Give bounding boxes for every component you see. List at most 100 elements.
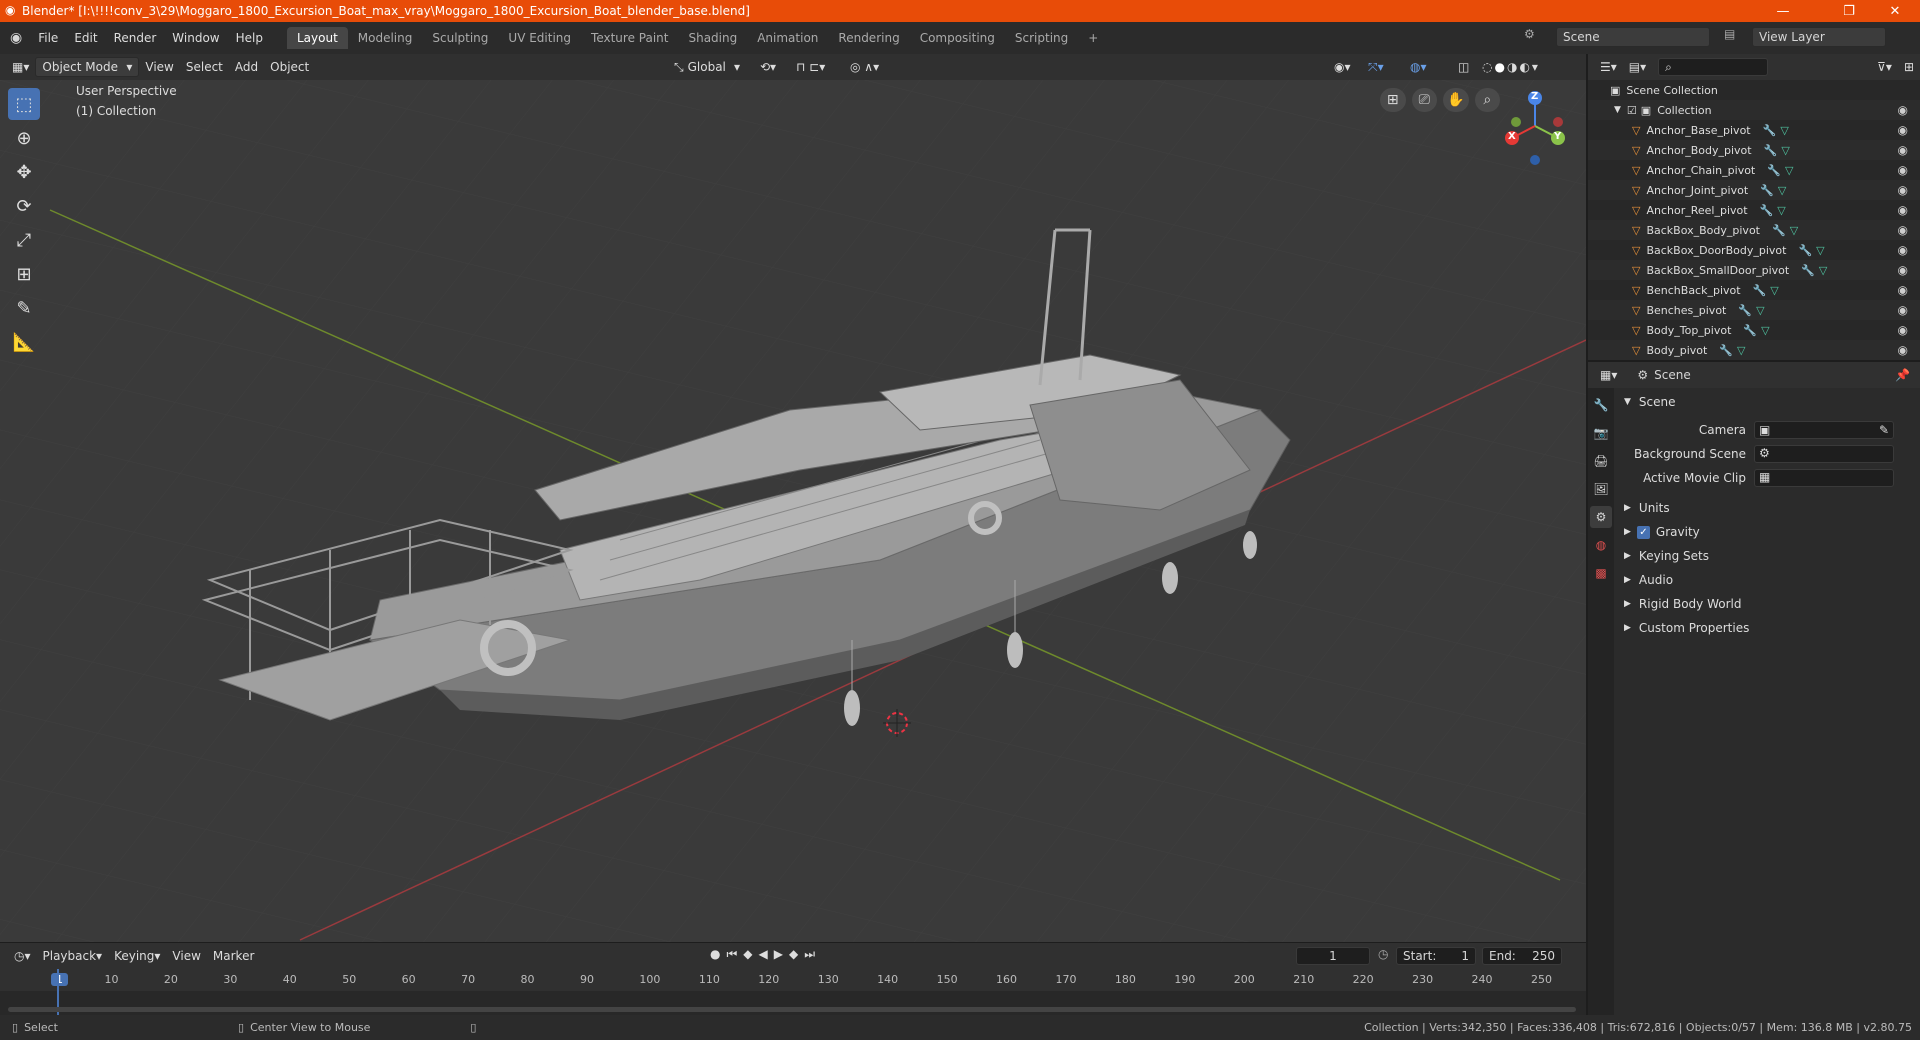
outliner-item[interactable]: ▽ Anchor_Chain_pivot 🔧 ▽ ◉ [1588, 160, 1920, 180]
mesh-data-icon[interactable]: ▽ [1777, 204, 1785, 217]
menu-render[interactable]: Render [106, 31, 165, 45]
modifier-wrench-icon[interactable]: 🔧 [1767, 164, 1781, 177]
pan-hand-icon[interactable]: ✋ [1443, 88, 1469, 112]
menu-file[interactable]: File [30, 31, 66, 45]
texture-tab-icon[interactable]: ▩ [1590, 562, 1612, 584]
rigid-body-world-section[interactable]: ▶ Rigid Body World [1614, 592, 1920, 616]
world-tab-icon[interactable]: ◍ [1590, 534, 1612, 556]
scale-tool-icon[interactable]: ⤢ [8, 224, 40, 256]
menu-add[interactable]: Add [229, 57, 264, 77]
mesh-data-icon[interactable]: ▽ [1761, 324, 1769, 337]
zoom-icon[interactable]: ⌕ [1474, 88, 1500, 112]
tab-scripting[interactable]: Scripting [1005, 27, 1078, 49]
navigation-gizmo[interactable]: Z Y X [1490, 86, 1580, 166]
mesh-data-icon[interactable]: ▽ [1778, 184, 1786, 197]
units-section[interactable]: ▶ Units [1614, 496, 1920, 520]
scene-tab-icon[interactable]: ⚙ [1590, 506, 1612, 528]
outliner-item[interactable]: ▽ BackBox_SmallDoor_pivot 🔧 ▽ ◉ [1588, 260, 1920, 280]
mode-dropdown[interactable]: Object Mode ▾ [35, 57, 140, 77]
modifier-wrench-icon[interactable]: 🔧 [1760, 184, 1774, 197]
transform-tool-icon[interactable]: ⊞ [8, 258, 40, 290]
eye-icon[interactable]: ◉ [1898, 283, 1908, 297]
expand-arrow-icon[interactable]: ▼ [1614, 105, 1621, 115]
menu-playback[interactable]: Playback ▾ [37, 946, 109, 966]
modifier-wrench-icon[interactable]: 🔧 [1801, 264, 1815, 277]
proportional-editing-icon[interactable]: ◎ ∧▾ [844, 57, 885, 77]
annotate-tool-icon[interactable]: ✎ [8, 292, 40, 324]
menu-object[interactable]: Object [264, 57, 315, 77]
tab-rendering[interactable]: Rendering [828, 27, 909, 49]
menu-timeline-view[interactable]: View [166, 946, 206, 966]
modifier-wrench-icon[interactable]: 🔧 [1760, 204, 1774, 217]
visibility-icon[interactable]: ◉▾ [1328, 57, 1357, 77]
mesh-data-icon[interactable]: ▽ [1819, 264, 1827, 277]
menu-help[interactable]: Help [228, 31, 271, 45]
menu-marker[interactable]: Marker [207, 946, 260, 966]
mesh-data-icon[interactable]: ▽ [1785, 164, 1793, 177]
checkbox-icon[interactable]: ☑ [1627, 104, 1637, 117]
outliner-search-input[interactable]: ⌕ [1658, 58, 1769, 76]
3d-viewport[interactable]: User Perspective (1) Collection Z Y X [0, 80, 1586, 942]
start-frame-field[interactable]: Start: 1 [1396, 947, 1476, 965]
rotate-tool-icon[interactable]: ⟳ [8, 190, 40, 222]
eye-icon[interactable]: ◉ [1898, 323, 1908, 337]
view-layer-tab-icon[interactable]: 🖼 [1590, 478, 1612, 500]
menu-window[interactable]: Window [164, 31, 227, 45]
tab-layout[interactable]: Layout [286, 27, 348, 49]
measure-tool-icon[interactable]: 📐 [8, 326, 40, 358]
render-tab-icon[interactable]: 📷 [1590, 422, 1612, 444]
current-frame-field[interactable]: 1 [1296, 947, 1370, 965]
play-reverse-button[interactable]: ◀ [759, 947, 768, 962]
outliner-item[interactable]: ▽ BackBox_DoorBody_pivot 🔧 ▽ ◉ [1588, 240, 1920, 260]
blender-menu-icon[interactable]: ◉ [10, 30, 22, 46]
eye-icon[interactable]: ◉ [1898, 123, 1908, 137]
eye-icon[interactable]: ◉ [1898, 163, 1908, 177]
end-frame-field[interactable]: End: 250 [1482, 947, 1562, 965]
jump-start-button[interactable]: ⏮ [726, 947, 737, 962]
modifier-wrench-icon[interactable]: 🔧 [1763, 124, 1777, 137]
collection-row[interactable]: ▼ ☑ ▣ Collection ◉ [1588, 100, 1920, 120]
eye-icon[interactable]: ◉ [1898, 183, 1908, 197]
gravity-section[interactable]: ▶ ✓ Gravity [1614, 520, 1920, 544]
overlay-toggle-icon[interactable]: ◍▾ [1404, 57, 1433, 77]
modifier-wrench-icon[interactable]: 🔧 [1764, 144, 1778, 157]
keying-sets-section[interactable]: ▶ Keying Sets [1614, 544, 1920, 568]
eye-icon[interactable]: ◉ [1898, 303, 1908, 317]
scene-collection-row[interactable]: ▣ Scene Collection [1588, 80, 1920, 100]
menu-edit[interactable]: Edit [66, 31, 105, 45]
jump-end-button[interactable]: ⏭ [804, 947, 815, 962]
menu-select[interactable]: Select [180, 57, 229, 77]
tab-sculpting[interactable]: Sculpting [422, 27, 498, 49]
transform-orientation-dropdown[interactable]: ⤡ Global ▾ [668, 57, 746, 77]
display-mode-icon[interactable]: ▤▾ [1623, 57, 1652, 77]
editor-type-button[interactable]: ▦▾ [6, 57, 35, 77]
xray-toggle-icon[interactable]: ◫ [1452, 57, 1475, 77]
next-keyframe-button[interactable]: ◆ [789, 947, 798, 962]
camera-view-icon[interactable]: ⎚ [1411, 88, 1437, 112]
tab-uv-editing[interactable]: UV Editing [498, 27, 581, 49]
pin-icon[interactable]: 📌 [1895, 368, 1910, 382]
eyedropper-icon[interactable]: ✎ [1879, 423, 1889, 437]
mesh-data-icon[interactable]: ▽ [1770, 284, 1778, 297]
cursor-tool-icon[interactable]: ⊕ [8, 122, 40, 154]
menu-view[interactable]: View [139, 57, 179, 77]
modifier-wrench-icon[interactable]: 🔧 [1798, 244, 1812, 257]
mesh-data-icon[interactable]: ▽ [1756, 304, 1764, 317]
modifier-wrench-icon[interactable]: 🔧 [1743, 324, 1757, 337]
modifier-wrench-icon[interactable]: 🔧 [1738, 304, 1752, 317]
outliner-item[interactable]: ▽ Benches_pivot 🔧 ▽ ◉ [1588, 300, 1920, 320]
custom-properties-section[interactable]: ▶ Custom Properties [1614, 616, 1920, 640]
mesh-data-icon[interactable]: ▽ [1780, 124, 1788, 137]
eye-icon[interactable]: ◉ [1898, 343, 1908, 357]
tab-animation[interactable]: Animation [747, 27, 828, 49]
tool-tab-icon[interactable]: 🔧 [1590, 394, 1612, 416]
play-button[interactable]: ▶ [774, 947, 783, 962]
eye-icon[interactable]: ◉ [1898, 243, 1908, 257]
tab-texture-paint[interactable]: Texture Paint [581, 27, 678, 49]
new-collection-icon[interactable]: ⊞ [1898, 57, 1920, 77]
modifier-wrench-icon[interactable]: 🔧 [1772, 224, 1786, 237]
grid-view-icon[interactable]: ⊞ [1380, 88, 1406, 112]
scene-panel-header[interactable]: ▼ Scene [1614, 390, 1920, 414]
modifier-wrench-icon[interactable]: 🔧 [1753, 284, 1767, 297]
menu-keying[interactable]: Keying ▾ [108, 946, 166, 966]
